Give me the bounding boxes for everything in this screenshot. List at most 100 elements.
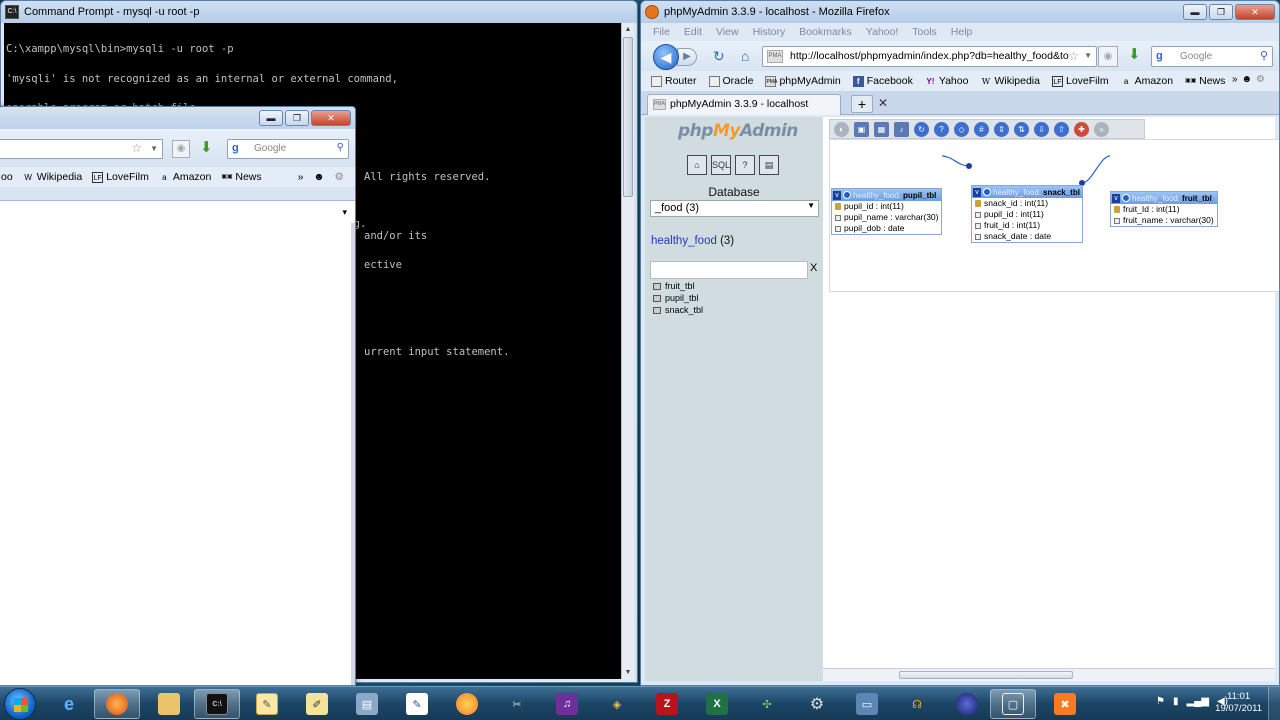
bookmark-item[interactable]: a Amazon [159, 171, 211, 183]
database-select[interactable]: _food (3) ▼ [650, 200, 819, 217]
scroll-up-icon[interactable]: ▲ [622, 23, 634, 36]
designer-column[interactable]: pupil_dob : date [832, 223, 941, 234]
tab-close-icon[interactable]: ✕ [878, 96, 888, 110]
small-big-all-icon[interactable]: ⇕ [994, 121, 1009, 137]
designer-column[interactable]: pupil_name : varchar(30) [832, 212, 941, 223]
taskbar-ie[interactable]: e [46, 689, 92, 719]
search-icon[interactable]: ⚲ [337, 142, 344, 153]
bookmark-facebook[interactable]: f Facebook [852, 75, 913, 87]
pin-text-icon[interactable]: » [1094, 121, 1109, 137]
show-hide-left-menu-icon[interactable]: ◐ [834, 121, 849, 137]
bookmark-lovefilm[interactable]: LF LoveFilm [1051, 75, 1109, 87]
bookmark-item[interactable]: LF LoveFilm [92, 171, 149, 183]
bookmark-router[interactable]: Router [651, 75, 697, 87]
sql-icon[interactable]: SQL [711, 155, 731, 175]
clear-filter-button[interactable]: X [810, 262, 817, 274]
taskbar-media[interactable]: ♫ [544, 689, 590, 719]
table-filter-input[interactable] [650, 261, 808, 279]
create-table-icon[interactable]: ▦ [874, 121, 889, 137]
designer-canvas[interactable]: v healthy_food. pupil_tbl pupil_id : int(… [829, 139, 1279, 292]
taskbar-cmd[interactable]: C:\ [194, 689, 240, 719]
horizontal-scrollbar[interactable] [823, 668, 1275, 681]
download-icon[interactable]: ⬇ [1128, 45, 1141, 63]
taskbar-app[interactable]: ▤ [344, 689, 390, 719]
home-icon[interactable]: ⌂ [687, 155, 707, 175]
bookmark-item[interactable]: oo [1, 171, 13, 183]
search-icon[interactable]: ⚲ [1260, 49, 1268, 62]
chevron-down-icon[interactable]: ▼ [150, 144, 158, 153]
menu-bookmarks[interactable]: Bookmarks [799, 26, 852, 38]
create-relation-icon[interactable]: ♪ [894, 121, 909, 137]
minimize-button[interactable]: ▬ [259, 110, 283, 126]
docs-icon[interactable]: ▤ [759, 155, 779, 175]
network-tray-icon[interactable]: ▮ [1173, 696, 1179, 707]
menu-file[interactable]: File [653, 26, 670, 38]
tab-phpmyadmin[interactable]: PMA phpMyAdmin 3.3.9 - localhost ✕ [647, 94, 888, 115]
database-link[interactable]: healthy_food (3) [651, 235, 734, 247]
search-input[interactable]: g Google ⚲ [1151, 46, 1273, 67]
taskbar-notepad[interactable]: ✎ [244, 689, 290, 719]
star-icon[interactable]: ☆ [1068, 49, 1079, 63]
taskbar-editor[interactable]: ✐ [294, 689, 340, 719]
chevron-down-icon[interactable]: ▼ [1084, 51, 1092, 60]
more-bookmarks-icon[interactable]: » [298, 171, 304, 183]
taskbar-xampp[interactable]: ✖ [1042, 689, 1088, 719]
taskbar-excel[interactable]: X [694, 689, 740, 719]
rss-icon[interactable]: ◉ [172, 140, 190, 158]
bookmark-item[interactable]: W Wikipedia [23, 171, 82, 183]
build-query-icon[interactable]: ⇧ [1054, 121, 1069, 137]
bookmark-wikipedia[interactable]: W Wikipedia [980, 75, 1040, 87]
tab-list-icon[interactable]: ▾ [342, 207, 347, 218]
maximize-button[interactable]: ❐ [1209, 4, 1233, 20]
forward-button[interactable]: ▶ [677, 48, 697, 66]
taskbar-disk[interactable]: ◈ [594, 689, 640, 719]
designer-table-header[interactable]: v healthy_food. fruit_tbl [1111, 192, 1217, 204]
designer-table-fruit[interactable]: v healthy_food. fruit_tbl fruit_Id : int(… [1110, 191, 1218, 227]
menu-history[interactable]: History [753, 26, 786, 38]
taskbar-paint[interactable] [444, 689, 490, 719]
home-icon[interactable]: ⌂ [741, 48, 749, 64]
designer-table-pupil[interactable]: v healthy_food. pupil_tbl pupil_id : int(… [831, 188, 942, 235]
move-menu-icon[interactable]: ✚ [1074, 121, 1089, 137]
designer-table-header[interactable]: v healthy_food. snack_tbl [972, 186, 1082, 198]
ghost-title-bar[interactable]: ▬ ❐ ✕ [0, 107, 355, 129]
designer-column[interactable]: snack_id : int(11) [972, 198, 1082, 209]
new-tab-button[interactable]: + [851, 95, 873, 113]
ghost-search-input[interactable]: g Google ⚲ [227, 139, 349, 159]
angular-links-icon[interactable]: ◇ [954, 121, 969, 137]
bookmark-amazon[interactable]: a Amazon [1121, 75, 1173, 87]
flag-icon[interactable]: ⚑ [1156, 696, 1165, 707]
table-options-icon[interactable] [1122, 194, 1130, 202]
taskbar-firefox[interactable] [94, 689, 140, 719]
snap-to-grid-icon[interactable]: # [974, 121, 989, 137]
menu-help[interactable]: Help [951, 26, 973, 38]
designer-column[interactable]: fruit_id : int(11) [972, 220, 1082, 231]
close-button[interactable]: ✕ [1235, 4, 1275, 20]
taskbar-filezilla[interactable]: Z [644, 689, 690, 719]
menu-edit[interactable]: Edit [684, 26, 702, 38]
query-window-icon[interactable]: ? [735, 155, 755, 175]
toggle-columns-icon[interactable]: v [973, 187, 981, 197]
toggle-small-big-icon[interactable]: ⇅ [1014, 121, 1029, 137]
menu-yahoo[interactable]: Yahoo! [866, 26, 899, 38]
download-icon[interactable]: ⬇ [200, 138, 213, 156]
taskbar-tool[interactable]: ✂ [494, 689, 540, 719]
reload-icon[interactable]: ↻ [914, 121, 929, 137]
start-button[interactable] [4, 688, 36, 720]
greasemonkey-icon[interactable]: ☻ [313, 171, 324, 183]
toggle-columns-icon[interactable]: v [833, 190, 841, 200]
designer-column[interactable]: snack_date : date [972, 231, 1082, 242]
clock[interactable]: 11:01 19/07/2011 [1215, 691, 1262, 715]
taskbar-word[interactable]: ✎ [394, 689, 440, 719]
table-list-item[interactable]: snack_tbl [653, 304, 703, 316]
cmd-title-bar[interactable]: C:\ Command Prompt - mysql -u root -p [1, 1, 637, 23]
taskbar-remote[interactable]: ▭ [844, 689, 890, 719]
more-bookmarks-icon[interactable]: » [1232, 74, 1238, 85]
url-bar[interactable]: PMA http://localhost/phpmyadmin/index.ph… [762, 46, 1097, 67]
menu-view[interactable]: View [716, 26, 739, 38]
bookmark-phpmyadmin[interactable]: PMA phpMyAdmin [765, 75, 841, 87]
table-list-item[interactable]: fruit_tbl [653, 280, 703, 292]
table-options-icon[interactable] [843, 191, 851, 199]
firefox-window[interactable]: phpMyAdmin 3.3.9 - localhost - Mozilla F… [640, 0, 1280, 686]
reload-icon[interactable]: ↻ [713, 48, 725, 65]
